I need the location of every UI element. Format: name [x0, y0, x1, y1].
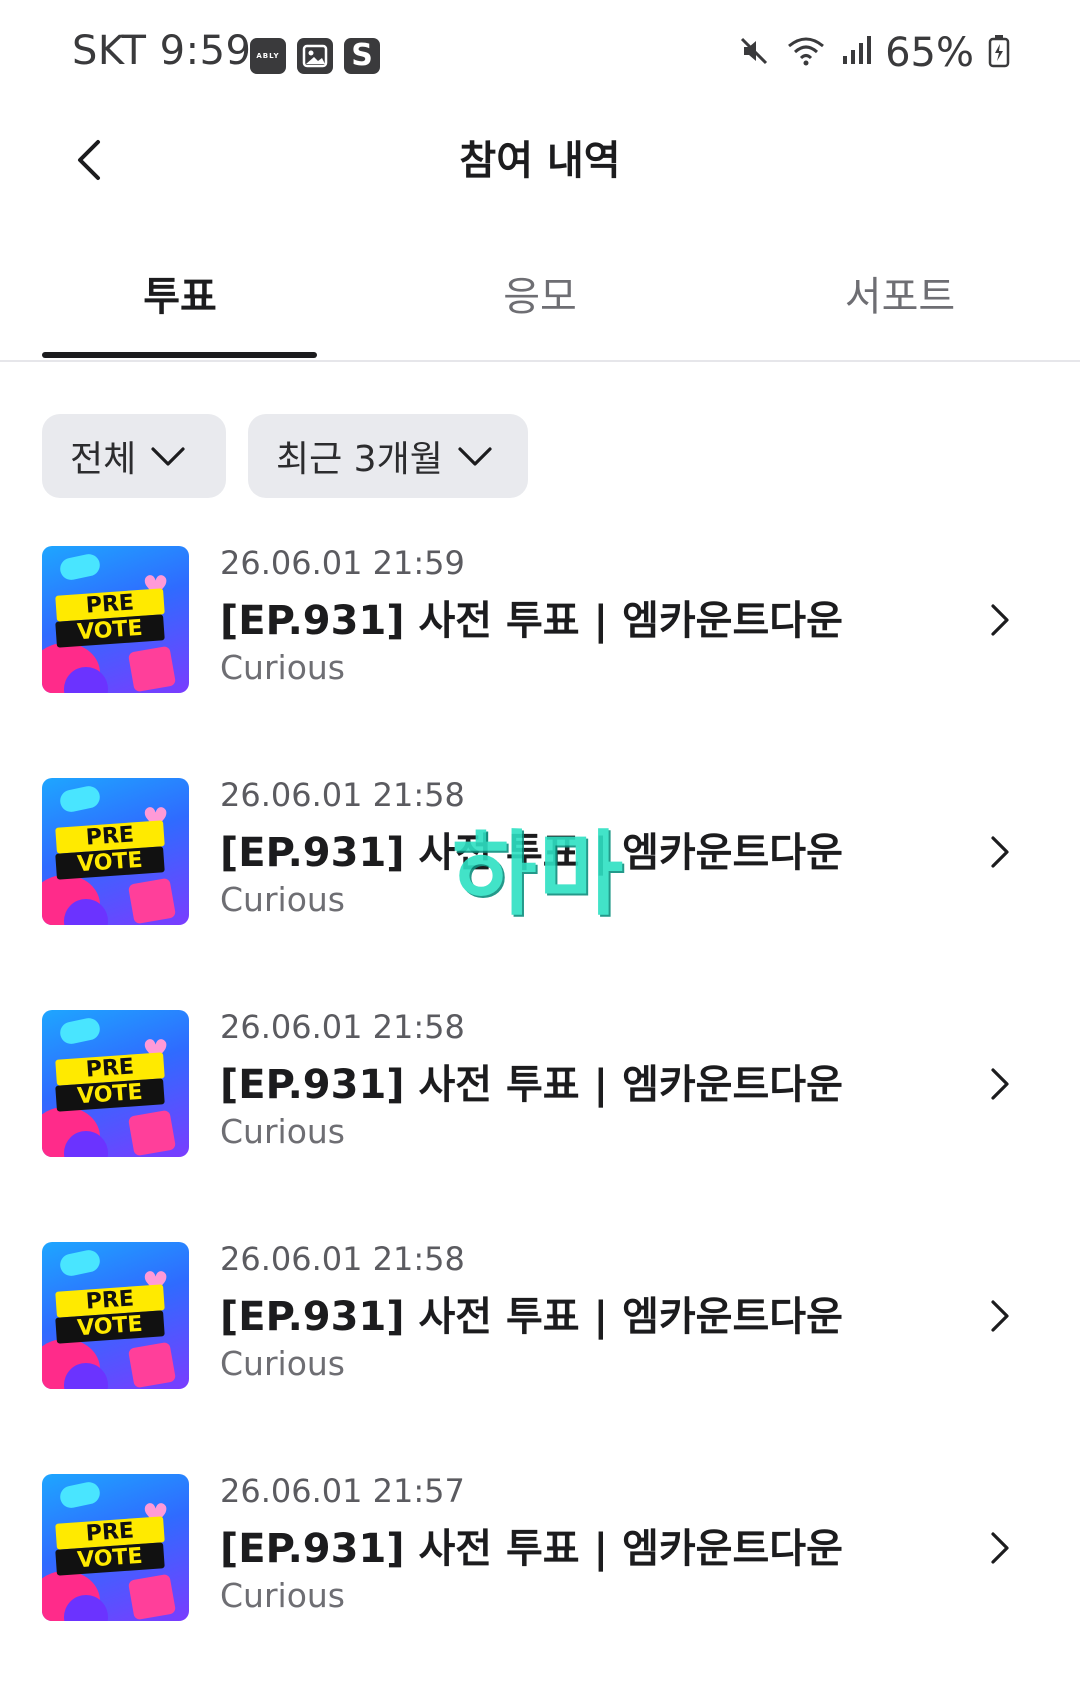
pre-vote-thumbnail: ♥ PRE VOTE	[42, 1010, 189, 1157]
chevron-right-icon	[991, 1300, 1009, 1332]
watermark-text: 하마	[452, 821, 626, 928]
item-title: [EP.931] 사전 투표 | 엠카운트다운	[220, 1294, 843, 1340]
status-right: 65%	[737, 28, 1010, 78]
carrier-time: SKT 9:59	[72, 28, 252, 74]
item-title: [EP.931] 사전 투표 | 엠카운트다운	[220, 1062, 843, 1108]
item-date: 26.06.01 21:58	[220, 1240, 465, 1278]
chevron-right-icon	[991, 1068, 1009, 1100]
item-subtitle: Curious	[220, 880, 345, 919]
item-date: 26.06.01 21:59	[220, 544, 465, 582]
pre-vote-thumbnail: ♥ PRE VOTE	[42, 546, 189, 693]
battery-percent: 65%	[885, 30, 974, 76]
signal-icon	[841, 34, 872, 72]
list-item[interactable]: ♥ PRE VOTE 26.06.01 21:58 [EP.931] 사전 투표…	[0, 994, 1080, 1194]
mute-icon	[737, 34, 771, 72]
battery-charging-icon	[988, 34, 1010, 72]
pre-vote-thumbnail: ♥ PRE VOTE	[42, 1242, 189, 1389]
item-subtitle: Curious	[220, 1344, 345, 1383]
chevron-down-icon	[458, 447, 492, 466]
pre-vote-thumbnail: ♥ PRE VOTE	[42, 1474, 189, 1621]
item-subtitle: Curious	[220, 648, 345, 687]
active-tab-indicator	[42, 352, 317, 358]
type-filter-label: 전체	[70, 439, 137, 480]
chevron-right-icon	[991, 836, 1009, 868]
period-filter-label: 최근 3개월	[276, 439, 443, 480]
chevron-down-icon	[151, 447, 185, 466]
tab-entry[interactable]: 응모	[390, 264, 690, 334]
item-title: [EP.931] 사전 투표 | 엠카운트다운	[220, 1526, 843, 1572]
period-filter-dropdown[interactable]: 최근 3개월	[248, 414, 528, 498]
item-date: 26.06.01 21:58	[220, 1008, 465, 1046]
ably-app-icon: ABLY	[250, 38, 286, 74]
tab-support[interactable]: 서포트	[750, 264, 1050, 334]
pre-vote-thumbnail: ♥ PRE VOTE	[42, 778, 189, 925]
status-bar: SKT 9:59 ABLY S 65%	[0, 0, 1080, 108]
gallery-icon	[297, 38, 333, 74]
item-title: [EP.931] 사전 투표 | 엠카운트다운	[220, 598, 843, 644]
tab-vote[interactable]: 투표	[30, 264, 330, 334]
list-item[interactable]: ♥ PRE VOTE 26.06.01 21:58 [EP.931] 사전 투표…	[0, 1226, 1080, 1426]
chevron-right-icon	[991, 1532, 1009, 1564]
item-subtitle: Curious	[220, 1112, 345, 1151]
item-subtitle: Curious	[220, 1576, 345, 1615]
wifi-icon	[785, 34, 827, 72]
list-item[interactable]: ♥ PRE VOTE 26.06.01 21:59 [EP.931] 사전 투표…	[0, 530, 1080, 730]
list-item[interactable]: ♥ PRE VOTE 26.06.01 21:57 [EP.931] 사전 투표…	[0, 1458, 1080, 1658]
item-date: 26.06.01 21:58	[220, 776, 465, 814]
tab-bar: 투표 응모 서포트	[0, 240, 1080, 362]
s-app-icon: S	[344, 38, 380, 74]
item-date: 26.06.01 21:57	[220, 1472, 465, 1510]
header: 참여 내역	[0, 108, 1080, 208]
chevron-right-icon	[991, 604, 1009, 636]
type-filter-dropdown[interactable]: 전체	[42, 414, 226, 498]
page-title: 참여 내역	[459, 138, 621, 184]
